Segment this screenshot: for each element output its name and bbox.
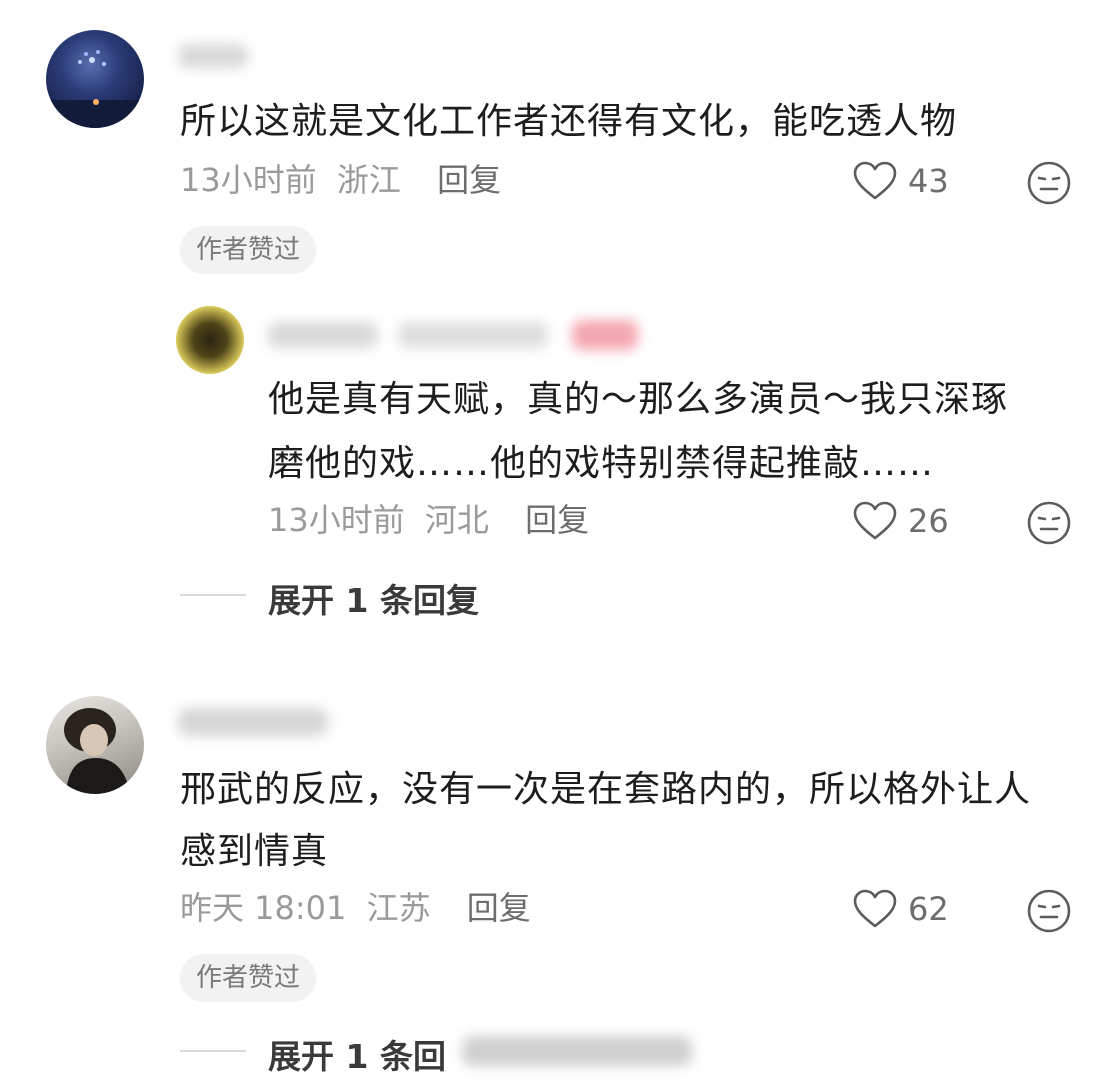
neutral-face-icon <box>1027 501 1071 545</box>
reply-meta: 13小时前 河北 回复 <box>268 500 589 540</box>
reply-username-blurred[interactable] <box>268 322 378 348</box>
portrait-avatar-art <box>64 708 130 794</box>
reply-text-line-1: 他是真有天赋，真的～那么多演员～我只深琢 <box>268 379 1009 420</box>
comment-meta: 13小时前 浙江 回复 <box>180 160 501 200</box>
reply-location: 河北 <box>424 501 489 539</box>
reply-text-line-2: 磨他的戏……他的戏特别禁得起推敲…… <box>268 443 935 484</box>
neutral-face-icon <box>1027 889 1071 933</box>
comment-meta: 昨天 18:01 江苏 回复 <box>180 888 531 928</box>
reply-username-blurred-2 <box>398 322 548 348</box>
reply-reaction-button[interactable] <box>1026 500 1072 550</box>
comment-text-line-1: 邢武的反应，没有一次是在套路内的，所以格外让人 <box>180 769 1032 810</box>
heart-outline-icon <box>853 889 897 928</box>
comment-location: 江苏 <box>366 889 431 927</box>
username-blurred[interactable] <box>178 708 328 736</box>
like-button[interactable]: 43 <box>852 160 949 202</box>
expand-replies-button[interactable]: 展开 1 条回 <box>268 1030 446 1078</box>
reply-button[interactable]: 回复 <box>437 161 501 199</box>
neutral-face-icon <box>1027 161 1071 205</box>
reply-avatar[interactable] <box>176 306 244 374</box>
expand-replies-button[interactable]: 展开 1 条回复 <box>268 574 479 622</box>
reply-button[interactable]: 回复 <box>467 889 531 927</box>
author-liked-badge: 作者赞过 <box>180 954 317 1002</box>
like-count: 43 <box>908 162 949 200</box>
comment-time: 13小时前 <box>180 161 317 199</box>
comment-text: 所以这就是文化工作者还得有文化，能吃透人物 <box>180 101 958 142</box>
reply-time: 13小时前 <box>268 501 405 539</box>
author-liked-badge: 作者赞过 <box>180 226 317 274</box>
reply-like-button[interactable]: 26 <box>852 500 949 542</box>
reply-tag-blurred <box>572 320 638 350</box>
like-count: 62 <box>908 890 949 928</box>
expand-divider <box>180 594 246 596</box>
username-blurred[interactable] <box>178 44 248 68</box>
like-button[interactable]: 62 <box>852 888 949 930</box>
comment-text-line-2: 感到情真 <box>180 831 329 872</box>
reaction-button[interactable] <box>1026 888 1072 938</box>
heart-outline-icon <box>853 161 897 200</box>
comment-location: 浙江 <box>336 161 401 199</box>
avatar[interactable] <box>46 696 144 794</box>
reply-reply-button[interactable]: 回复 <box>525 501 589 539</box>
avatar[interactable] <box>46 30 144 128</box>
heart-outline-icon <box>853 501 897 540</box>
fireworks-avatar-art <box>46 50 144 128</box>
reply-like-count: 26 <box>908 502 949 540</box>
reaction-button[interactable] <box>1026 160 1072 210</box>
comment-time: 昨天 18:01 <box>180 889 347 927</box>
watermark-blurred <box>462 1036 692 1066</box>
expand-divider <box>180 1050 246 1052</box>
